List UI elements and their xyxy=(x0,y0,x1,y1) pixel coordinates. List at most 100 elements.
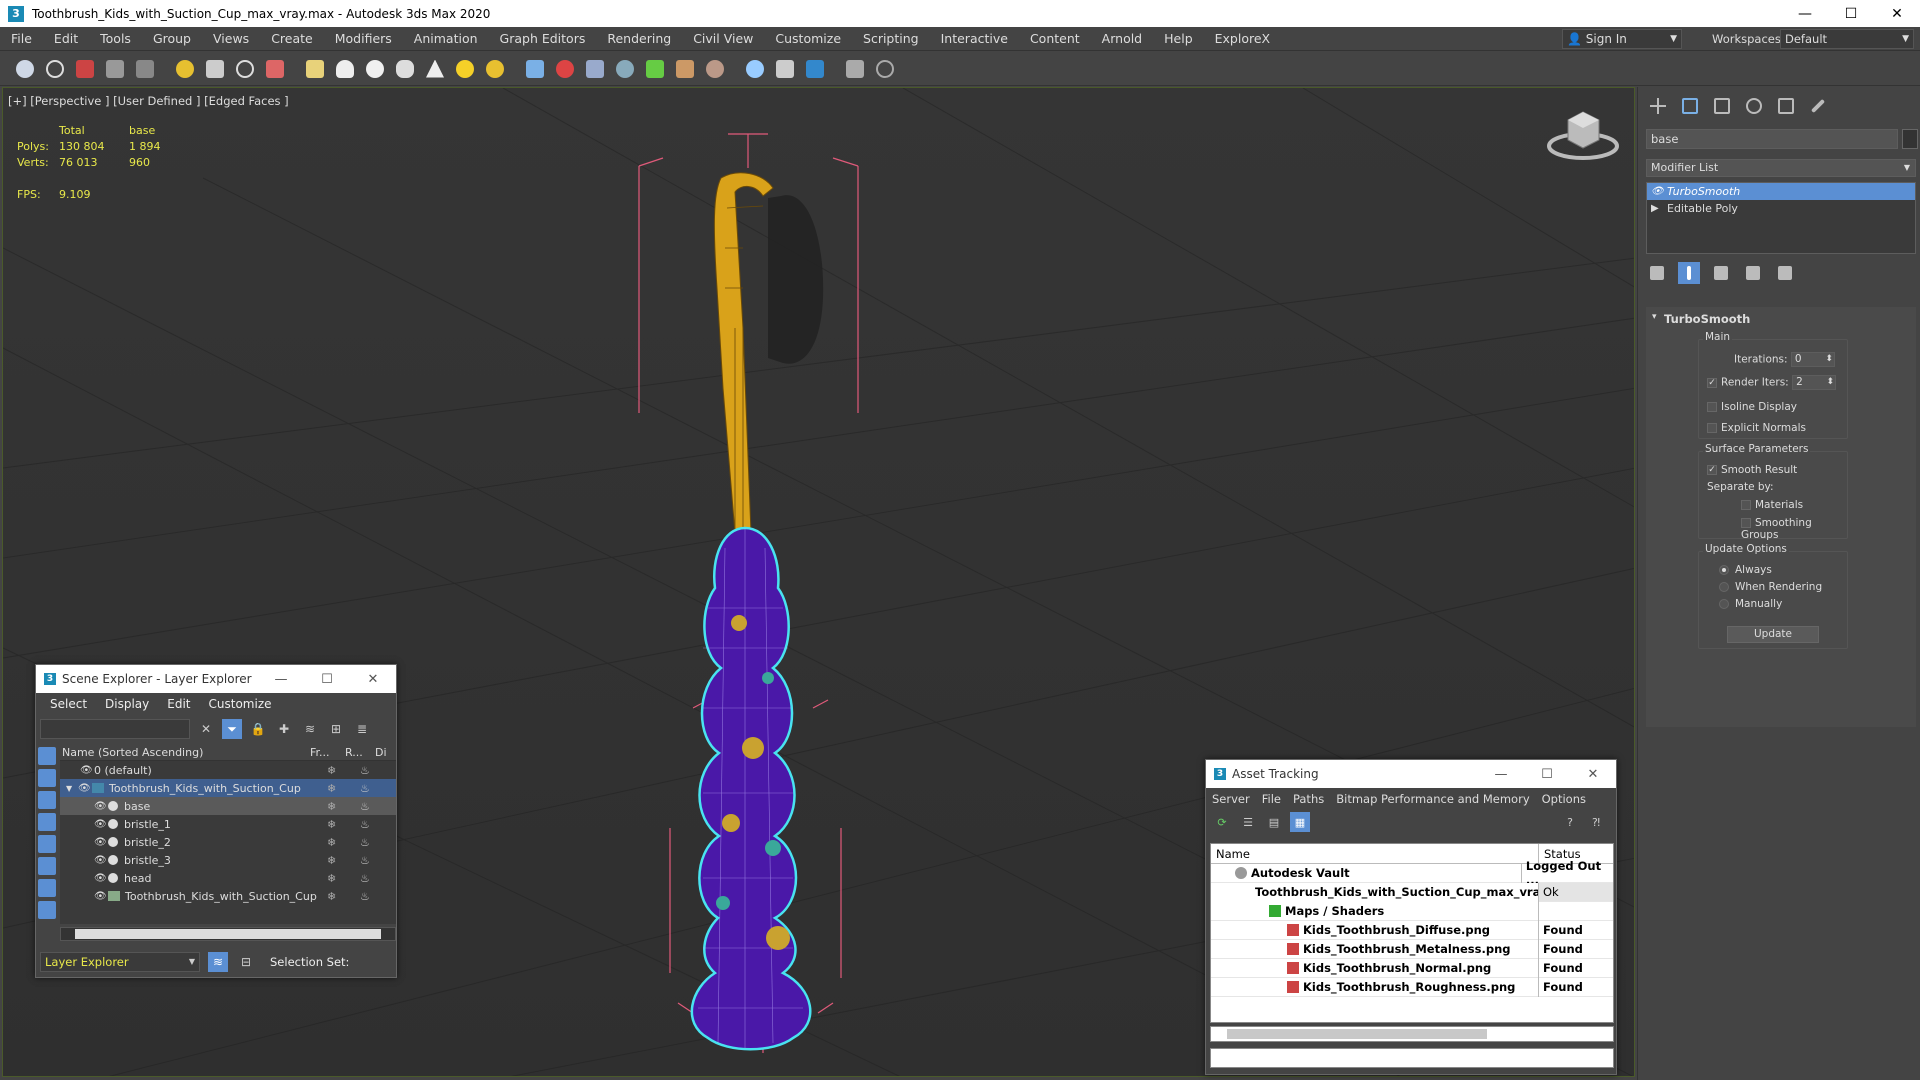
workspace-select[interactable]: Default ▼ xyxy=(1780,29,1914,49)
material-editor-button[interactable] xyxy=(742,56,768,82)
menu-help[interactable]: Help xyxy=(1153,27,1204,51)
display-cameras-button[interactable] xyxy=(38,813,56,831)
menu-interactive[interactable]: Interactive xyxy=(930,27,1019,51)
pin-stack-button[interactable] xyxy=(1646,262,1668,284)
menu-rendering[interactable]: Rendering xyxy=(596,27,682,51)
minimize-button[interactable]: — xyxy=(1782,0,1828,27)
render-button[interactable] xyxy=(802,56,828,82)
close-button[interactable]: ✕ xyxy=(350,672,396,687)
menu-arnold[interactable]: Arnold xyxy=(1091,27,1153,51)
table-row[interactable]: Autodesk Vault Logged Out ... xyxy=(1211,859,1613,887)
table-row[interactable]: Maps / Shaders xyxy=(1211,901,1613,921)
stack-item-editable-poly[interactable]: ▶ Editable Poly xyxy=(1647,200,1915,217)
select-move-button[interactable] xyxy=(232,56,258,82)
table-row[interactable]: Kids_Toothbrush_Metalness.png Found xyxy=(1211,939,1613,959)
maximize-button[interactable]: ☐ xyxy=(304,672,350,687)
expand-triangle-icon[interactable]: ▶ xyxy=(1651,200,1659,217)
render-frame-button[interactable] xyxy=(842,56,868,82)
refresh-button[interactable]: ⟳ xyxy=(1212,812,1232,832)
object-name-input[interactable]: base xyxy=(1646,129,1898,149)
col-render[interactable]: R... xyxy=(345,746,375,759)
remove-modifier-button[interactable] xyxy=(1742,262,1764,284)
make-unique-button[interactable] xyxy=(1710,262,1732,284)
menu-scripting[interactable]: Scripting xyxy=(852,27,930,51)
table-row[interactable]: Toothbrush_Kids_with_Suction_Cup_max_vra… xyxy=(1211,882,1613,902)
modifier-list-dropdown[interactable]: Modifier List ▼ xyxy=(1646,159,1916,177)
menu-content[interactable]: Content xyxy=(1019,27,1091,51)
col-name[interactable]: Name (Sorted Ascending) xyxy=(60,746,310,759)
select-filter-button[interactable] xyxy=(172,56,198,82)
explicit-normals-checkbox[interactable] xyxy=(1707,423,1717,433)
freeze-icon[interactable]: ❄ xyxy=(327,872,336,885)
help-button[interactable] xyxy=(872,56,898,82)
menu-animation[interactable]: Animation xyxy=(403,27,489,51)
viewcube-icon[interactable] xyxy=(1543,98,1623,168)
menu-views[interactable]: Views xyxy=(202,27,260,51)
eye-icon[interactable]: 👁 xyxy=(94,819,108,830)
table-row[interactable]: Kids_Toothbrush_Diffuse.png Found xyxy=(1211,920,1613,940)
isoline-checkbox[interactable] xyxy=(1707,402,1717,412)
render-iters-spinner[interactable]: 2 xyxy=(1792,375,1837,390)
lock-button[interactable]: 🔒 xyxy=(248,719,268,739)
horizontal-scrollbar[interactable] xyxy=(1210,1026,1614,1042)
scrollbar-thumb[interactable] xyxy=(75,929,381,939)
smooth-result-checkbox[interactable]: ✓ xyxy=(1707,465,1717,475)
teapot-icon[interactable]: ♨ xyxy=(360,782,370,795)
table-row[interactable]: 👁 Toothbrush_Kids_with_Suction_Cup ❄ ♨ xyxy=(60,887,396,905)
smoothing-groups-checkbox[interactable] xyxy=(1741,518,1751,528)
scene-explorer-titlebar[interactable]: 3 Scene Explorer - Layer Explorer — ☐ ✕ xyxy=(36,665,396,693)
display-geometry-button[interactable] xyxy=(38,747,56,765)
redo-button[interactable] xyxy=(42,56,68,82)
menu-paths[interactable]: Paths xyxy=(1293,792,1324,806)
table-row[interactable]: ▼ 👁 Toothbrush_Kids_with_Suction_Cup ❄ ♨ xyxy=(60,779,396,797)
menu-select[interactable]: Select xyxy=(50,697,87,711)
texture-button[interactable] xyxy=(702,56,728,82)
freeze-icon[interactable]: ❄ xyxy=(327,764,336,777)
menu-file[interactable]: File xyxy=(1262,792,1281,806)
table-row[interactable]: Kids_Toothbrush_Normal.png Found xyxy=(1211,958,1613,978)
undo-button[interactable] xyxy=(12,56,38,82)
display-lights-button[interactable] xyxy=(38,791,56,809)
menu-edit[interactable]: Edit xyxy=(167,697,190,711)
rollout-title[interactable]: TurboSmooth xyxy=(1646,307,1916,326)
cone-button[interactable] xyxy=(332,56,358,82)
asset-path-field[interactable] xyxy=(1210,1048,1614,1068)
scrollbar-thumb[interactable] xyxy=(1227,1029,1487,1039)
col-frozen[interactable]: Fr... xyxy=(310,746,345,759)
tab-create[interactable] xyxy=(1646,95,1670,117)
select-rotate-button[interactable] xyxy=(262,56,288,82)
display-helpers-button[interactable] xyxy=(38,835,56,853)
table-row[interactable]: 👁 0 (default) ❄ ♨ xyxy=(60,761,396,779)
eye-icon[interactable]: 👁 xyxy=(94,891,108,902)
layer-mode-button[interactable]: ≋ xyxy=(208,952,228,972)
minimize-button[interactable]: — xyxy=(258,672,304,687)
always-radio[interactable] xyxy=(1719,565,1729,575)
select-children-button[interactable]: ⊞ xyxy=(326,719,346,739)
teapot-icon[interactable]: ♨ xyxy=(360,836,370,849)
table-view-button[interactable]: ▦ xyxy=(1290,812,1310,832)
col-display[interactable]: Di xyxy=(375,746,387,759)
freeze-icon[interactable]: ❄ xyxy=(327,854,336,867)
menu-modifiers[interactable]: Modifiers xyxy=(324,27,403,51)
context-help-button[interactable]: ⁈ xyxy=(1586,812,1606,832)
eye-icon[interactable]: 👁 xyxy=(94,873,108,884)
cloth-button[interactable] xyxy=(582,56,608,82)
table-row[interactable]: 👁 bristle_2 ❄ ♨ xyxy=(60,833,396,851)
tab-hierarchy[interactable] xyxy=(1710,95,1734,117)
menu-group[interactable]: Group xyxy=(142,27,202,51)
hierarchy-mode-button[interactable]: ⊟ xyxy=(236,952,256,972)
eye-icon[interactable]: 👁 xyxy=(80,765,94,776)
freeze-icon[interactable]: ❄ xyxy=(327,800,336,813)
light-button[interactable] xyxy=(482,56,508,82)
search-input[interactable] xyxy=(40,719,190,739)
physics-button[interactable] xyxy=(552,56,578,82)
thumbnail-view-button[interactable]: ▤ xyxy=(1264,812,1284,832)
menu-tools[interactable]: Tools xyxy=(89,27,142,51)
col-name[interactable]: Name xyxy=(1211,843,1539,864)
menu-customize[interactable]: Customize xyxy=(209,697,272,711)
table-row[interactable]: 👁 base ❄ ♨ xyxy=(60,797,396,815)
viewport-label[interactable]: [+] [Perspective ] [User Defined ] [Edge… xyxy=(8,94,289,108)
menu-options[interactable]: Options xyxy=(1542,792,1586,806)
hair-button[interactable] xyxy=(672,56,698,82)
table-row[interactable]: Kids_Toothbrush_Roughness.png Found xyxy=(1211,977,1613,997)
